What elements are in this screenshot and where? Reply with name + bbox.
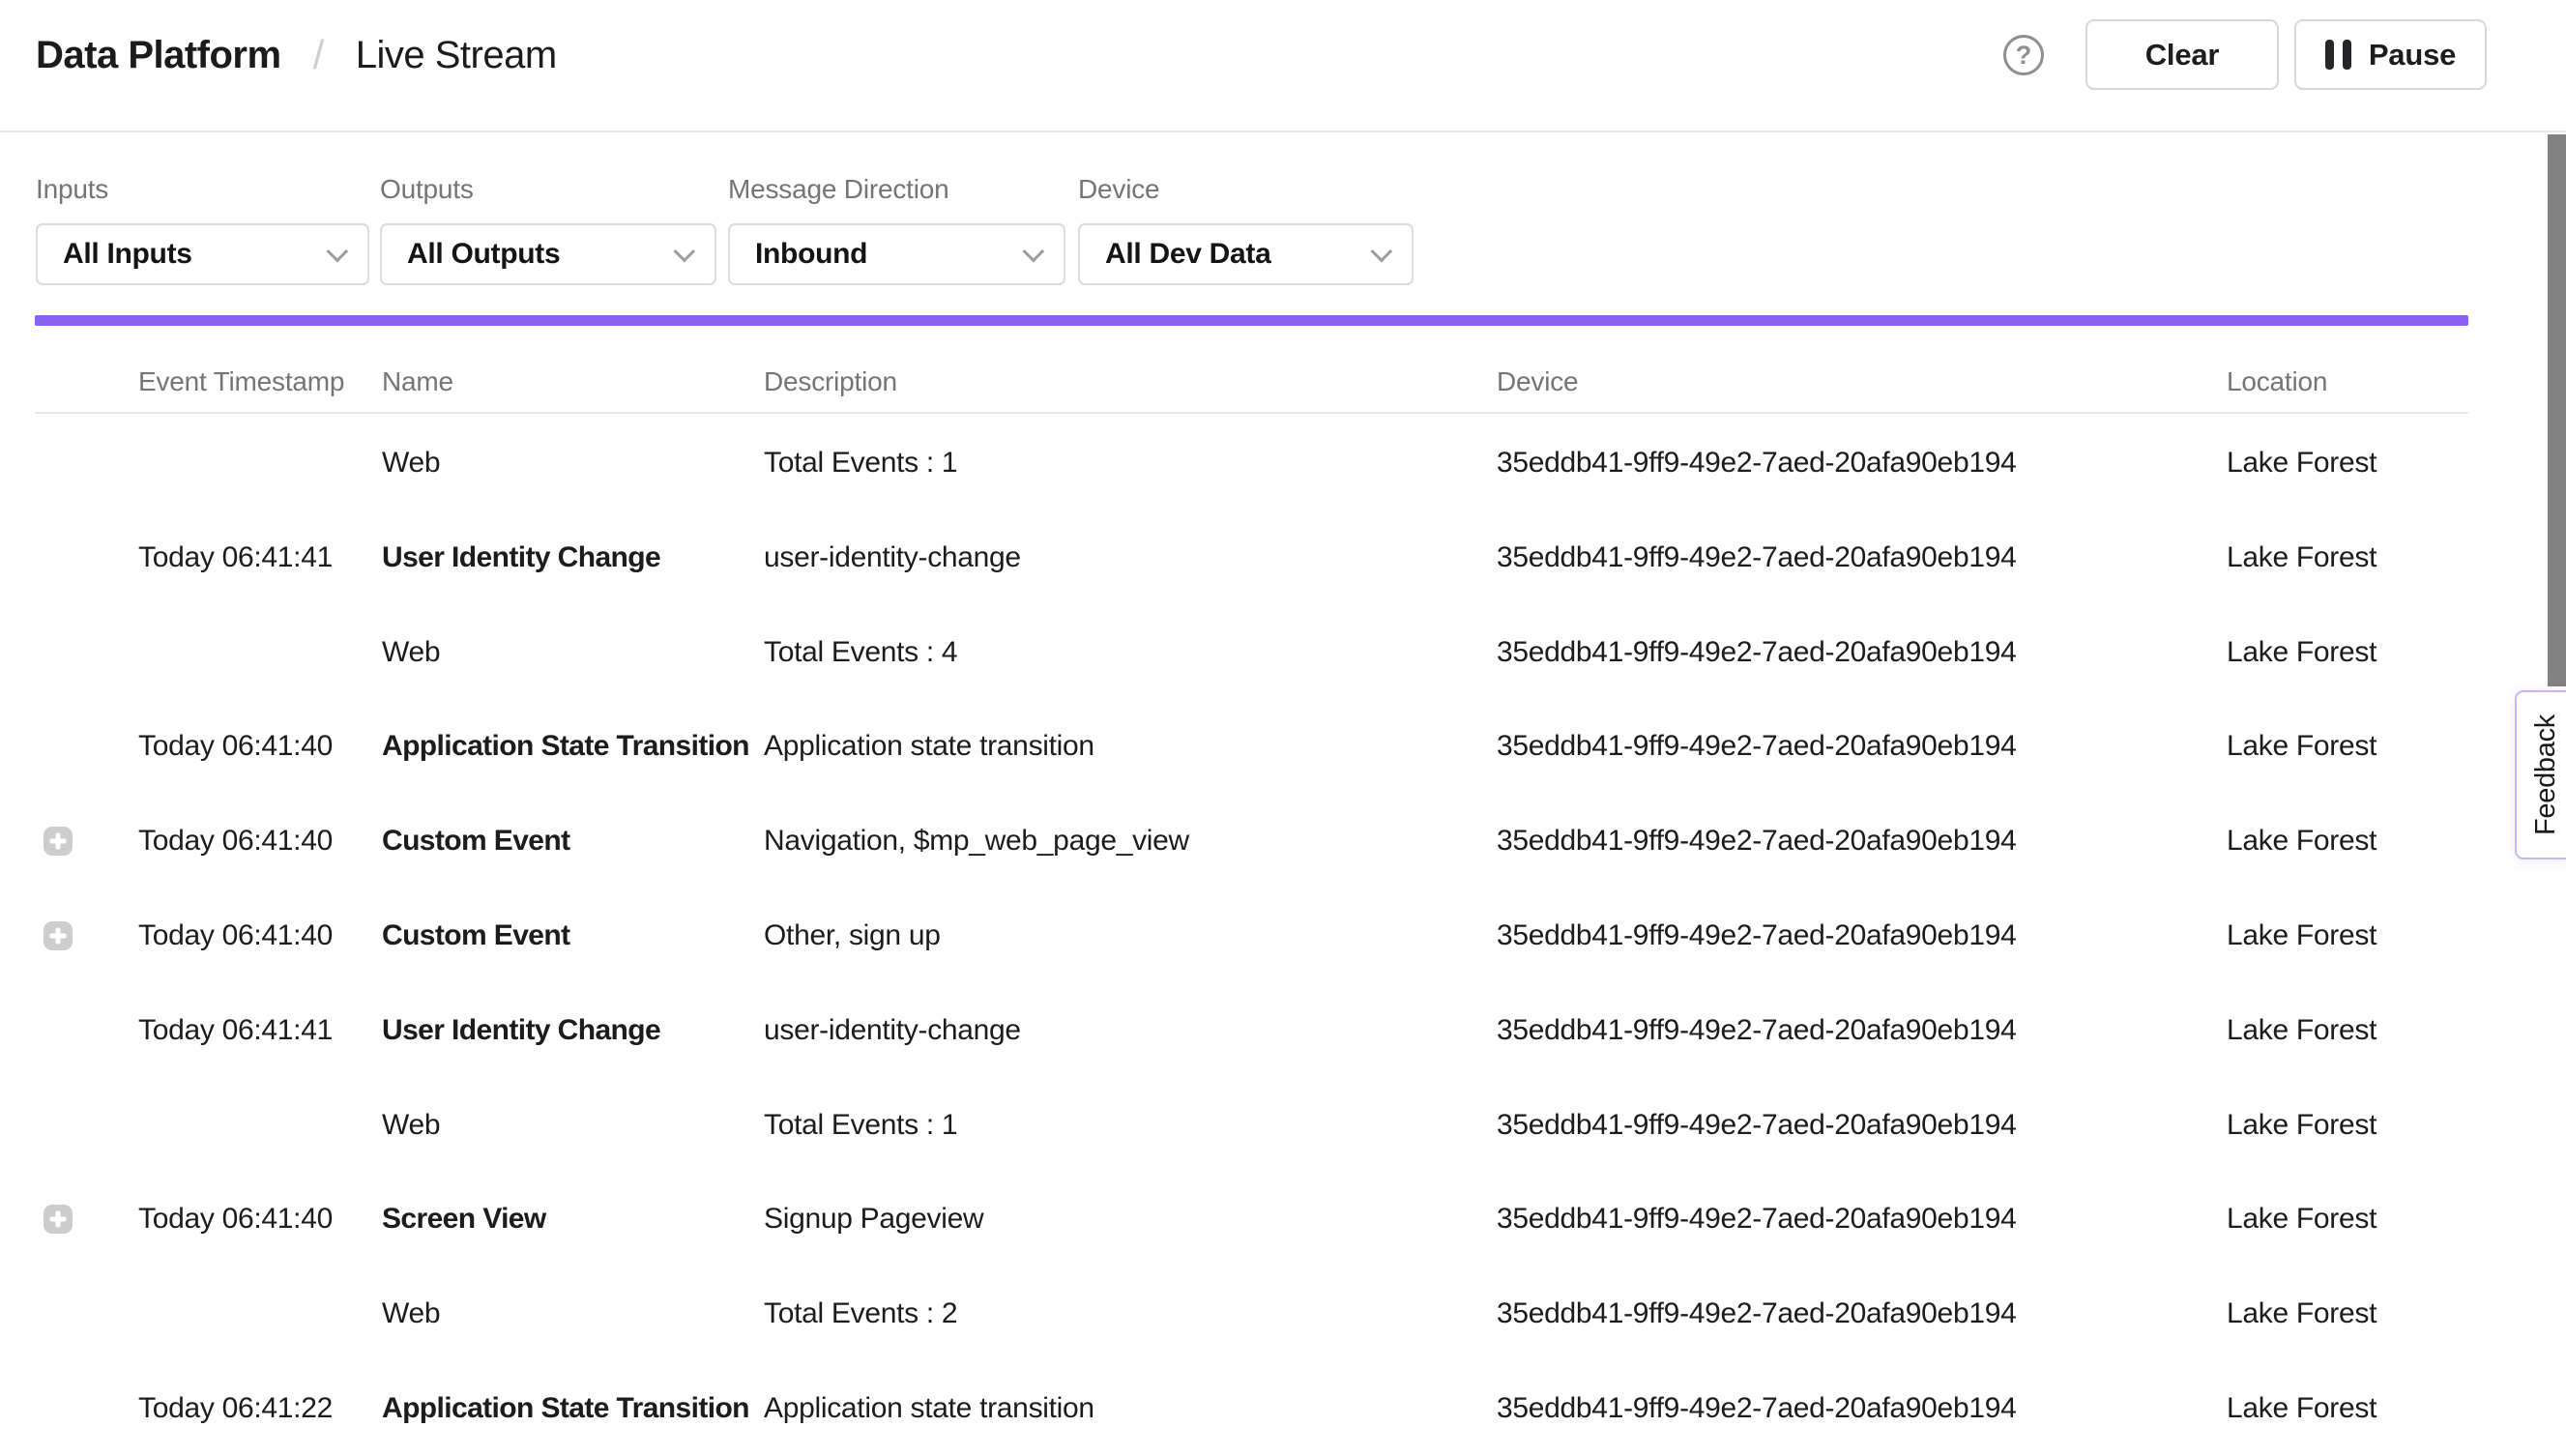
- event-table-body: Web Total Events : 1 35eddb41-9ff9-49e2-…: [0, 0, 2566, 1437]
- cell-description: Other, sign up: [764, 919, 941, 952]
- cell-location: Lake Forest: [2227, 730, 2376, 763]
- cell-description: Application state transition: [764, 1392, 1094, 1425]
- expand-plus-icon[interactable]: [44, 1205, 73, 1234]
- cell-location: Lake Forest: [2227, 1014, 2376, 1047]
- vertical-scrollbar[interactable]: [2548, 134, 2566, 686]
- cell-location: Lake Forest: [2227, 1203, 2376, 1236]
- cell-name: Web: [382, 447, 440, 480]
- cell-description: Navigation, $mp_web_page_view: [764, 825, 1189, 858]
- table-row[interactable]: Today 06:41:41 User Identity Change user…: [0, 983, 2566, 1078]
- cell-event-timestamp: Today 06:41:22: [138, 1392, 333, 1425]
- cell-device: 35eddb41-9ff9-49e2-7aed-20afa90eb194: [1497, 447, 2016, 480]
- cell-name: Custom Event: [382, 919, 570, 952]
- cell-device: 35eddb41-9ff9-49e2-7aed-20afa90eb194: [1497, 919, 2016, 952]
- feedback-tab[interactable]: Feedback: [2515, 690, 2566, 859]
- live-stream-page: Data Platform / Live Stream ? Clear Paus…: [0, 0, 2566, 1437]
- table-row[interactable]: Web Total Events : 1 35eddb41-9ff9-49e2-…: [0, 1078, 2566, 1173]
- table-row[interactable]: Today 06:41:22 Application State Transit…: [0, 1361, 2566, 1456]
- cell-description: Total Events : 1: [764, 447, 957, 480]
- cell-name: User Identity Change: [382, 541, 660, 574]
- cell-name: Custom Event: [382, 825, 570, 858]
- cell-location: Lake Forest: [2227, 825, 2376, 858]
- cell-description: Total Events : 2: [764, 1297, 957, 1330]
- cell-name: Screen View: [382, 1203, 546, 1236]
- cell-event-timestamp: Today 06:41:41: [138, 1014, 333, 1047]
- cell-location: Lake Forest: [2227, 447, 2376, 480]
- cell-location: Lake Forest: [2227, 541, 2376, 574]
- table-row[interactable]: Today 06:41:41 User Identity Change user…: [0, 510, 2566, 605]
- table-row[interactable]: Today 06:41:40 Screen View Signup Pagevi…: [0, 1172, 2566, 1267]
- cell-name: User Identity Change: [382, 1014, 660, 1047]
- cell-event-timestamp: Today 06:41:40: [138, 730, 333, 763]
- cell-device: 35eddb41-9ff9-49e2-7aed-20afa90eb194: [1497, 1203, 2016, 1236]
- table-row[interactable]: Today 06:41:40 Custom Event Other, sign …: [0, 888, 2566, 983]
- cell-description: Total Events : 4: [764, 636, 957, 669]
- cell-device: 35eddb41-9ff9-49e2-7aed-20afa90eb194: [1497, 1014, 2016, 1047]
- table-row[interactable]: Today 06:41:40 Application State Transit…: [0, 699, 2566, 794]
- cell-name: Web: [382, 1109, 440, 1142]
- cell-event-timestamp: Today 06:41:40: [138, 825, 333, 858]
- cell-location: Lake Forest: [2227, 636, 2376, 669]
- cell-name: Application State Transition: [382, 1392, 749, 1425]
- cell-device: 35eddb41-9ff9-49e2-7aed-20afa90eb194: [1497, 541, 2016, 574]
- cell-location: Lake Forest: [2227, 919, 2376, 952]
- cell-description: Application state transition: [764, 730, 1094, 763]
- table-row[interactable]: Web Total Events : 1 35eddb41-9ff9-49e2-…: [0, 416, 2566, 510]
- table-row[interactable]: Web Total Events : 2 35eddb41-9ff9-49e2-…: [0, 1267, 2566, 1361]
- cell-event-timestamp: Today 06:41:40: [138, 919, 333, 952]
- cell-location: Lake Forest: [2227, 1392, 2376, 1425]
- cell-device: 35eddb41-9ff9-49e2-7aed-20afa90eb194: [1497, 825, 2016, 858]
- cell-location: Lake Forest: [2227, 1297, 2376, 1330]
- cell-name: Web: [382, 1297, 440, 1330]
- cell-device: 35eddb41-9ff9-49e2-7aed-20afa90eb194: [1497, 1392, 2016, 1425]
- cell-event-timestamp: Today 06:41:41: [138, 541, 333, 574]
- cell-name: Application State Transition: [382, 730, 749, 763]
- cell-location: Lake Forest: [2227, 1109, 2376, 1142]
- cell-description: Total Events : 1: [764, 1109, 957, 1142]
- cell-device: 35eddb41-9ff9-49e2-7aed-20afa90eb194: [1497, 636, 2016, 669]
- cell-description: Signup Pageview: [764, 1203, 983, 1236]
- cell-description: user-identity-change: [764, 1014, 1021, 1047]
- cell-description: user-identity-change: [764, 541, 1021, 574]
- cell-device: 35eddb41-9ff9-49e2-7aed-20afa90eb194: [1497, 1297, 2016, 1330]
- expand-plus-icon[interactable]: [44, 921, 73, 950]
- table-row[interactable]: Web Total Events : 4 35eddb41-9ff9-49e2-…: [0, 605, 2566, 700]
- expand-plus-icon[interactable]: [44, 827, 73, 856]
- table-row[interactable]: Today 06:41:40 Custom Event Navigation, …: [0, 794, 2566, 888]
- cell-name: Web: [382, 636, 440, 669]
- cell-device: 35eddb41-9ff9-49e2-7aed-20afa90eb194: [1497, 730, 2016, 763]
- cell-device: 35eddb41-9ff9-49e2-7aed-20afa90eb194: [1497, 1109, 2016, 1142]
- cell-event-timestamp: Today 06:41:40: [138, 1203, 333, 1236]
- feedback-tab-label: Feedback: [2530, 714, 2562, 835]
